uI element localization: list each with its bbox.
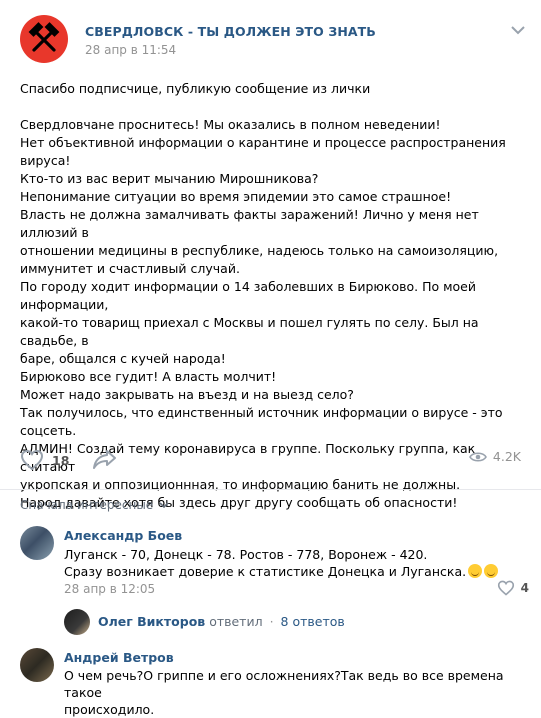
share-button[interactable]	[92, 447, 118, 473]
post-header: СВЕРДЛОВСК - ТЫ ДОЛЖЕН ЭТО ЗНАТЬ 28 апр …	[20, 15, 526, 63]
heart-icon	[497, 580, 514, 596]
reply-author[interactable]: Олег Викторов	[98, 614, 205, 629]
like-count: 18	[52, 452, 70, 468]
post-actions: 18 4.2K	[20, 447, 526, 473]
comments-sort-label: Сначала интересные	[20, 498, 154, 512]
like-button[interactable]: 18	[20, 447, 69, 473]
share-icon	[93, 450, 116, 469]
replies-count-link[interactable]: 8 ответов	[281, 614, 345, 629]
sort-chevron-icon	[159, 502, 169, 508]
comment-text-line1: Луганск - 70, Донецк - 78. Ростов - 778,…	[64, 547, 428, 562]
reply-avatar[interactable]	[64, 609, 90, 635]
comment-avatar[interactable]	[20, 648, 54, 682]
comment-text-line2: Сразу возникает доверие к статистике Дон…	[64, 564, 467, 579]
comment-author[interactable]: Александр Боев	[64, 528, 182, 543]
comment-like-count: 4	[520, 581, 529, 595]
comments-sort[interactable]: Сначала интересные	[20, 498, 169, 512]
comment-like-button[interactable]: 4	[497, 580, 529, 596]
comment-text: О чем речь?О гриппе и его осложнениях?Та…	[64, 668, 504, 717]
group-avatar[interactable]	[20, 15, 68, 63]
divider	[0, 489, 541, 490]
post: СВЕРДЛОВСК - ТЫ ДОЛЖЕН ЭТО ЗНАТЬ 28 апр …	[0, 0, 541, 717]
reply-thread: Олег Викторов ответил · 8 ответов	[98, 614, 345, 629]
hammers-logo	[28, 22, 60, 52]
laughing-emoji-icon	[484, 564, 499, 578]
post-date[interactable]: 28 апр в 11:54	[85, 43, 176, 57]
group-name[interactable]: СВЕРДЛОВСК - ТЫ ДОЛЖЕН ЭТО ЗНАТЬ	[85, 24, 376, 39]
eye-icon	[468, 451, 487, 462]
views: 4.2K	[468, 449, 521, 464]
chevron-down-icon[interactable]	[510, 25, 526, 35]
heart-icon	[20, 449, 44, 471]
reply-separator: ·	[269, 614, 274, 629]
views-count: 4.2K	[492, 449, 521, 464]
comment-date[interactable]: 28 апр в 12:05	[64, 582, 155, 596]
smirk-emoji-icon	[468, 564, 483, 578]
comment-author[interactable]: Андрей Ветров	[64, 650, 174, 665]
comment-avatar[interactable]	[20, 526, 54, 560]
reply-action: ответил	[209, 614, 263, 629]
comment-text: Луганск - 70, Донецк - 78. Ростов - 778,…	[64, 546, 499, 580]
